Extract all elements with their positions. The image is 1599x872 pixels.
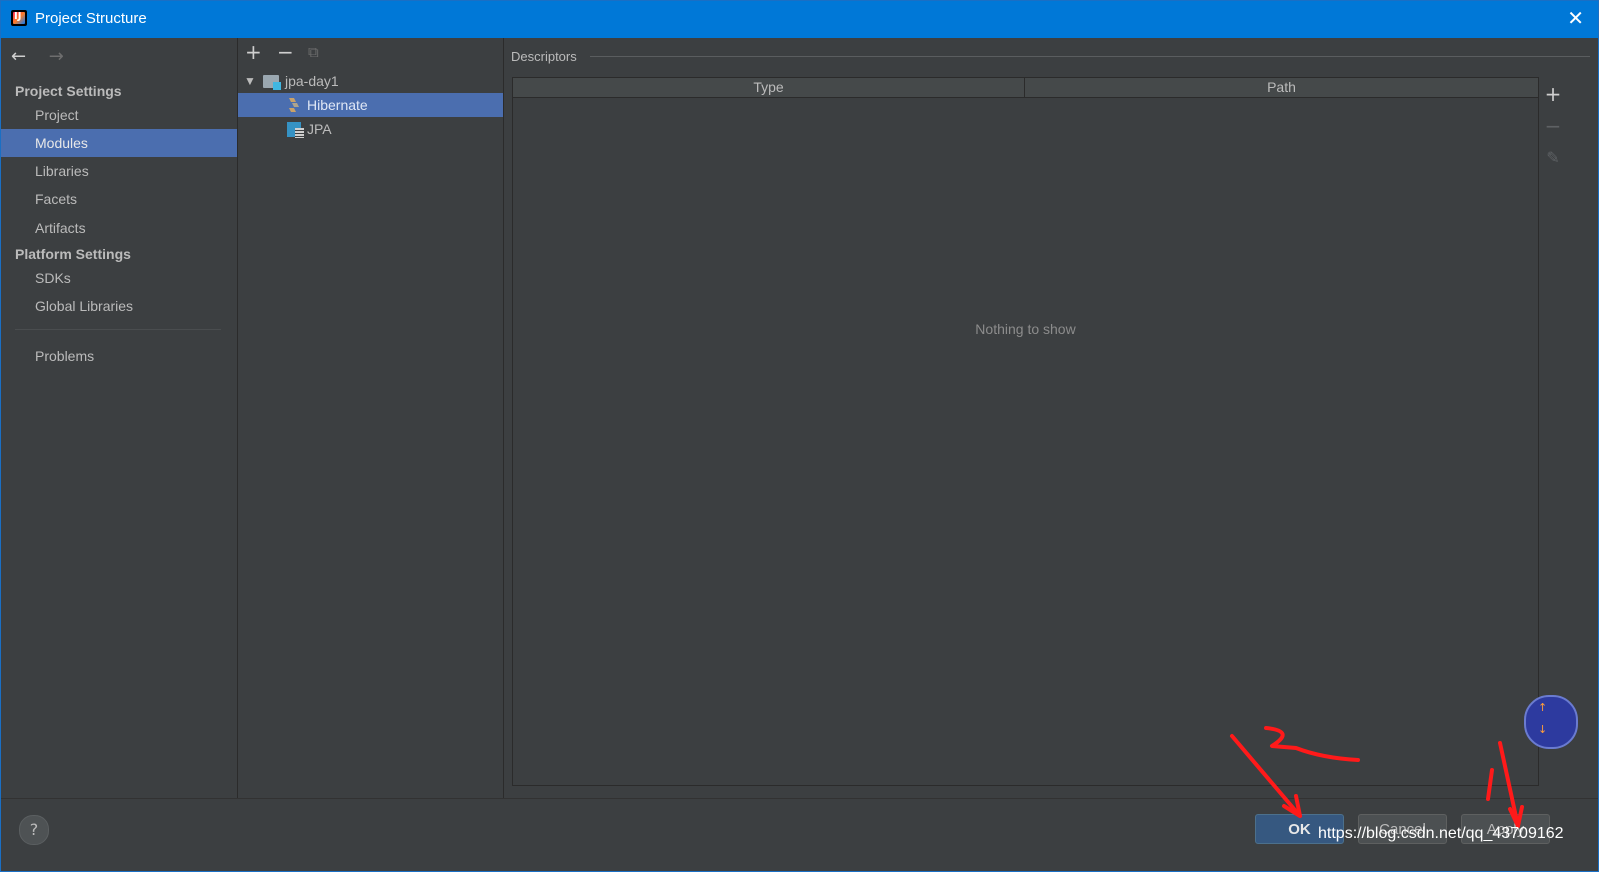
sidebar-item-artifacts[interactable]: Artifacts xyxy=(1,214,237,242)
title-bar: IJ Project Structure ✕ xyxy=(1,1,1598,38)
intellij-app-icon: IJ xyxy=(11,10,27,26)
descriptors-separator xyxy=(590,56,1590,57)
hibernate-icon xyxy=(289,98,299,112)
remove-descriptor-icon[interactable]: − xyxy=(1540,110,1566,142)
history-navigation: ← → xyxy=(11,46,81,67)
edit-pencil-icon[interactable]: ✎ xyxy=(1540,142,1566,174)
tree-node-jpa[interactable]: JPA xyxy=(238,117,503,141)
help-button[interactable]: ? xyxy=(19,815,49,845)
descriptors-pane: Descriptors Type Path Nothing to show + … xyxy=(504,38,1598,814)
copy-icon[interactable]: ⧉ xyxy=(308,41,319,63)
sidebar-item-project[interactable]: Project xyxy=(1,101,237,129)
platform-settings-heading: Platform Settings xyxy=(15,246,131,262)
jpa-icon xyxy=(287,122,304,138)
add-icon[interactable]: + xyxy=(245,41,262,63)
scroll-up-arrow-icon[interactable]: ↑ xyxy=(1538,701,1547,714)
back-arrow-icon[interactable]: ← xyxy=(11,46,43,67)
add-descriptor-icon[interactable]: + xyxy=(1540,78,1566,110)
tree-label-root: jpa-day1 xyxy=(285,73,339,89)
module-tree-pane: + − ⧉ ▼ jpa-day1 Hibernate JPA xyxy=(238,38,504,814)
window-title: Project Structure xyxy=(35,10,147,27)
settings-sidebar: ← → Project Settings Project Modules Lib… xyxy=(1,38,238,814)
tree-label-hibernate: Hibernate xyxy=(307,97,368,113)
column-header-type[interactable]: Type xyxy=(513,78,1025,98)
sidebar-item-modules[interactable]: Modules xyxy=(1,129,237,157)
project-settings-heading: Project Settings xyxy=(15,83,122,99)
column-header-path[interactable]: Path xyxy=(1025,78,1538,98)
forward-arrow-icon[interactable]: → xyxy=(49,46,81,67)
csdn-watermark: https://blog.csdn.net/qq_43709162 xyxy=(1318,825,1564,842)
scroll-down-arrow-icon[interactable]: ↓ xyxy=(1538,723,1547,736)
descriptor-toolbar: + − ✎ xyxy=(1540,78,1566,174)
sidebar-item-facets[interactable]: Facets xyxy=(1,185,237,213)
scroll-floating-widget[interactable]: ↑ ↓ xyxy=(1524,695,1578,749)
tree-node-hibernate[interactable]: Hibernate xyxy=(238,93,503,117)
descriptors-table[interactable]: Type Path Nothing to show xyxy=(512,77,1539,786)
tree-node-root[interactable]: ▼ jpa-day1 xyxy=(238,69,503,93)
empty-table-message: Nothing to show xyxy=(975,321,1076,337)
close-icon[interactable]: ✕ xyxy=(1567,8,1584,28)
sidebar-item-libraries[interactable]: Libraries xyxy=(1,157,237,185)
expand-triangle-icon[interactable]: ▼ xyxy=(244,69,256,93)
remove-icon[interactable]: − xyxy=(277,41,294,63)
descriptors-heading: Descriptors xyxy=(511,49,577,64)
sidebar-item-global-libraries[interactable]: Global Libraries xyxy=(1,292,237,320)
module-folder-icon xyxy=(263,75,281,90)
tree-label-jpa: JPA xyxy=(307,121,332,137)
module-toolbar: + − ⧉ xyxy=(238,38,503,68)
sidebar-divider xyxy=(15,329,221,330)
sidebar-item-problems[interactable]: Problems xyxy=(1,342,237,370)
project-structure-dialog: IJ Project Structure ✕ ← → Project Setti… xyxy=(0,0,1599,872)
sidebar-item-sdks[interactable]: SDKs xyxy=(1,264,237,292)
